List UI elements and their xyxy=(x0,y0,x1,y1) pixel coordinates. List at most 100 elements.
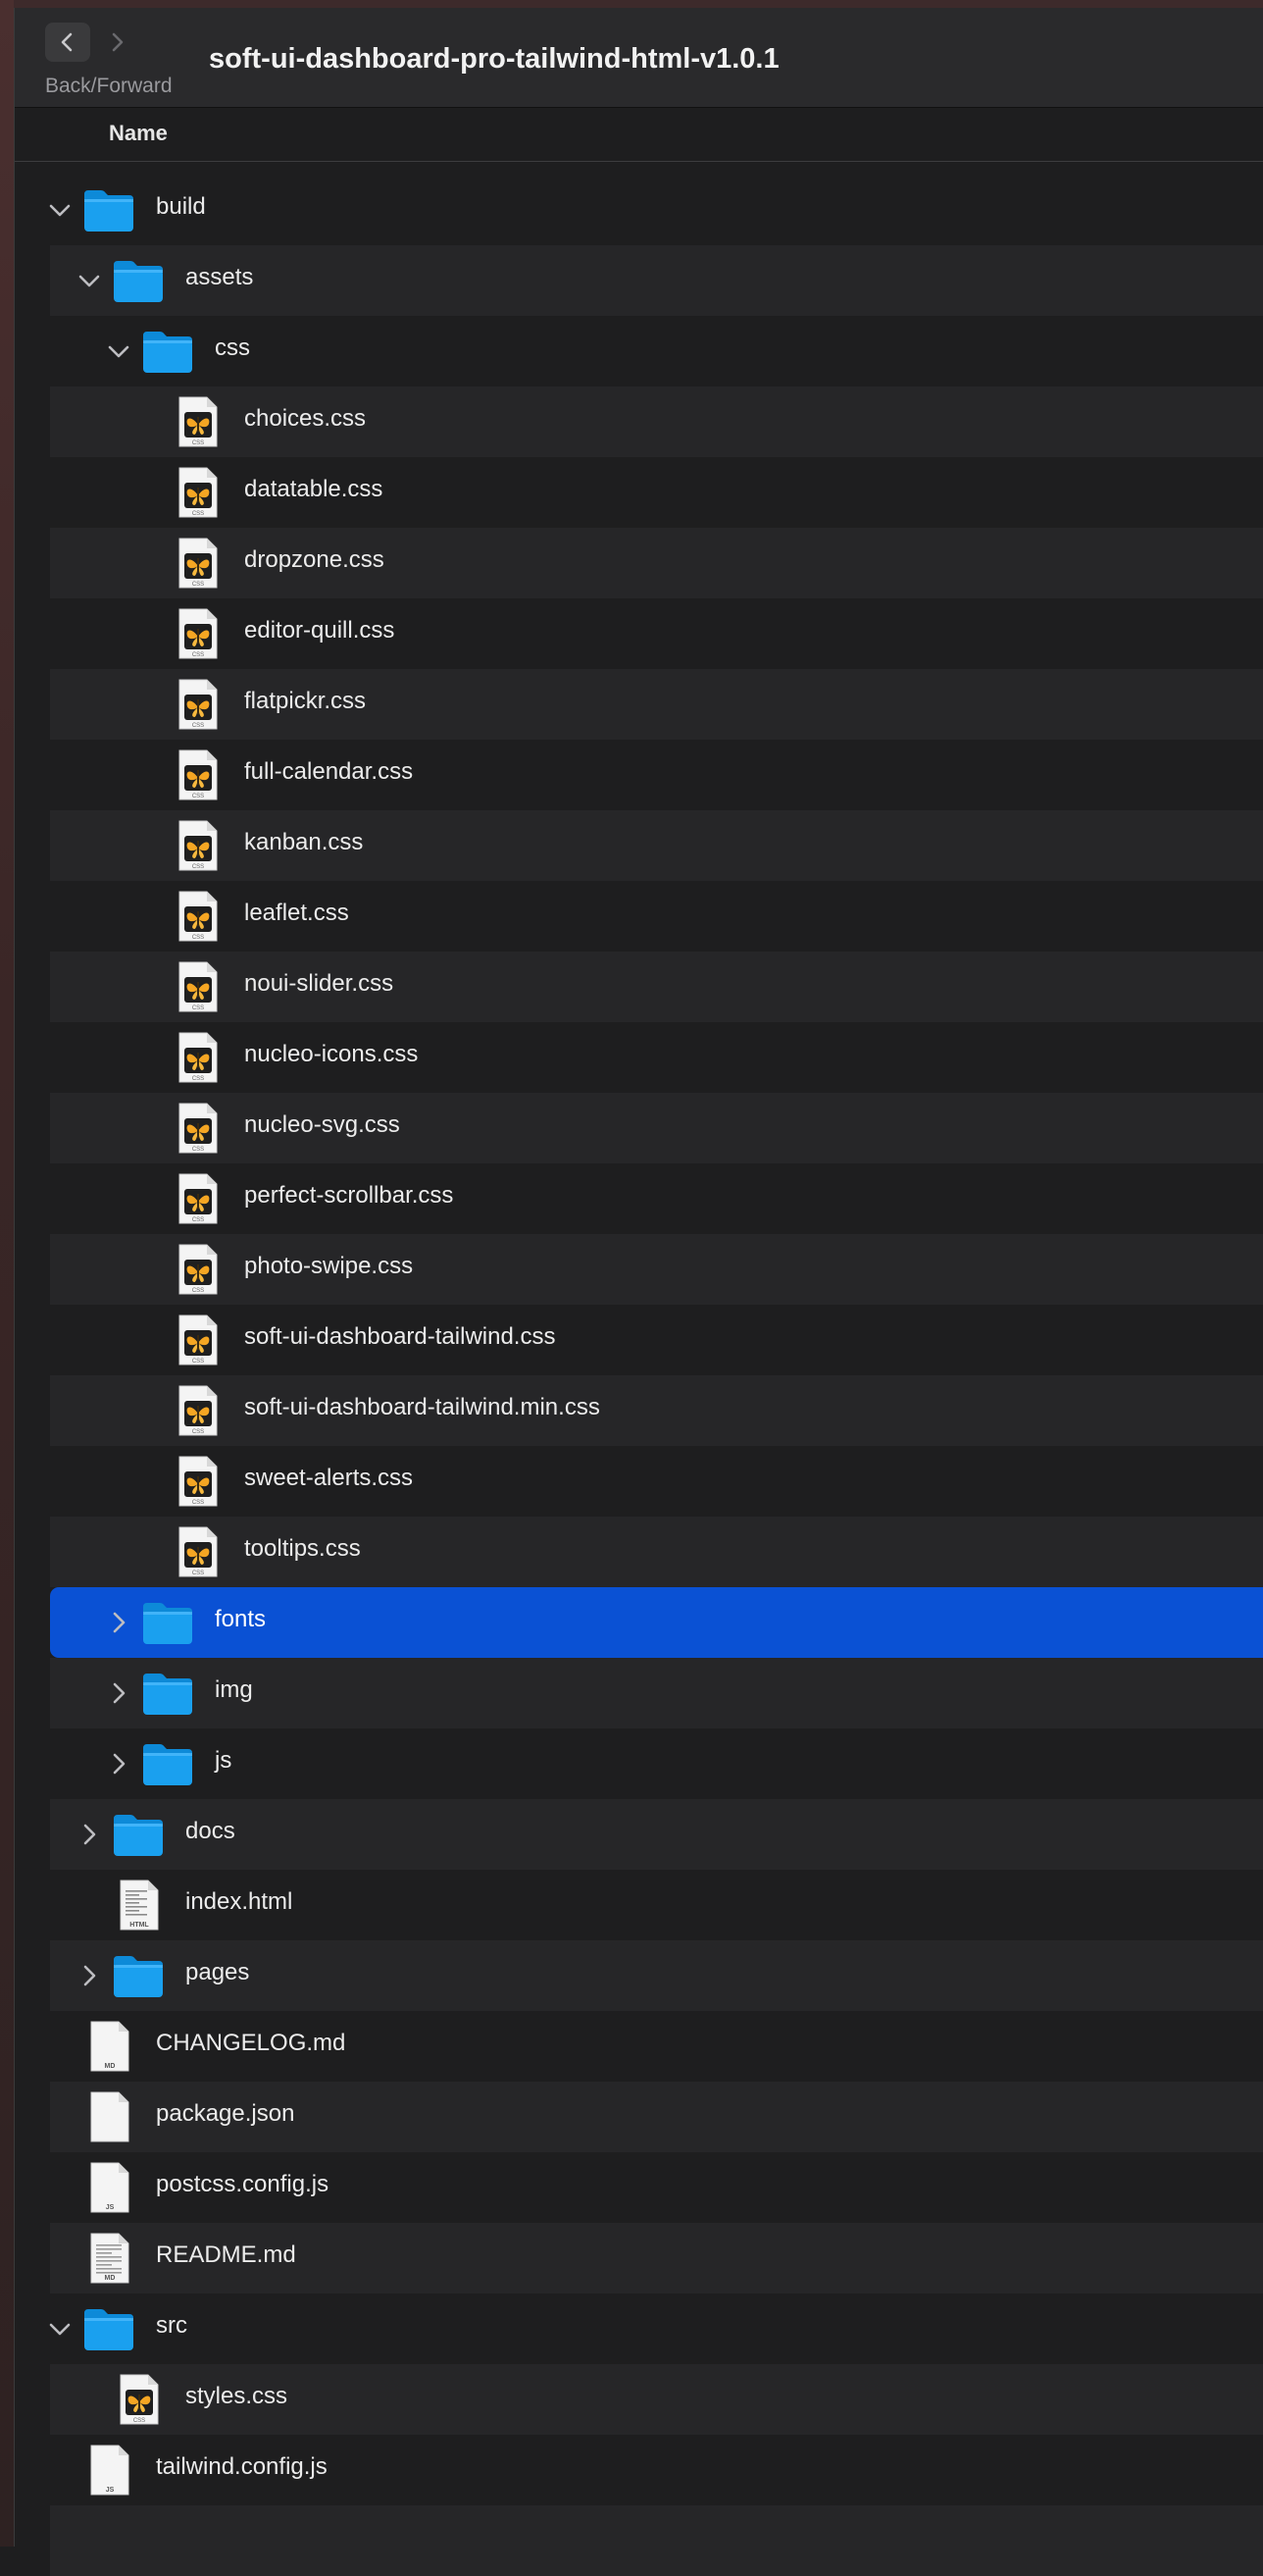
folder-icon xyxy=(111,1948,166,2003)
list-item[interactable]: MD README.md xyxy=(50,2223,1263,2293)
file-name: datatable.css xyxy=(244,476,383,502)
file-name: css xyxy=(215,335,250,361)
file-name: photo-swipe.css xyxy=(244,1253,414,1279)
list-item[interactable]: CSS soft-ui-dashboard-tailwind.min.css xyxy=(50,1375,1263,1446)
list-item[interactable]: CSS kanban.css xyxy=(50,810,1263,881)
file-name: dropzone.css xyxy=(244,546,384,573)
folder-icon xyxy=(140,1595,195,1650)
svg-text:MD: MD xyxy=(105,2275,116,2282)
list-item[interactable]: css xyxy=(50,316,1263,386)
svg-text:CSS: CSS xyxy=(192,1429,204,1435)
list-item[interactable]: CSS datatable.css xyxy=(50,457,1263,528)
file-name: package.json xyxy=(156,2100,295,2127)
chevron-down-icon[interactable] xyxy=(46,2315,74,2343)
file-name: perfect-scrollbar.css xyxy=(244,1182,454,1209)
file-name: choices.css xyxy=(244,405,367,432)
file-name: docs xyxy=(185,1818,235,1844)
list-item[interactable]: src xyxy=(49,2293,1263,2364)
css-file-icon: CSS xyxy=(170,1313,225,1367)
folder-icon xyxy=(140,1666,195,1721)
file-name: src xyxy=(156,2312,187,2339)
svg-text:CSS: CSS xyxy=(192,864,204,870)
svg-text:MD: MD xyxy=(105,2063,116,2070)
list-item[interactable]: assets xyxy=(50,245,1263,316)
css-file-icon: CSS xyxy=(170,1454,225,1509)
list-item[interactable]: CSS styles.css xyxy=(50,2364,1263,2435)
list-item[interactable]: CSS sweet-alerts.css xyxy=(50,1446,1263,1517)
svg-text:CSS: CSS xyxy=(192,723,204,729)
list-item[interactable]: docs xyxy=(50,1799,1263,1870)
list-item[interactable]: CSS soft-ui-dashboard-tailwind.css xyxy=(50,1305,1263,1375)
chevron-right-icon xyxy=(112,32,124,52)
name-column-header[interactable]: Name xyxy=(109,121,168,146)
file-name: assets xyxy=(185,264,254,290)
list-item[interactable]: img xyxy=(50,1658,1263,1728)
list-item[interactable]: CSS photo-swipe.css xyxy=(50,1234,1263,1305)
list-item[interactable]: CSS flatpickr.css xyxy=(50,669,1263,740)
svg-text:CSS: CSS xyxy=(192,1005,204,1011)
list-item[interactable]: CSS dropzone.css xyxy=(50,528,1263,598)
css-file-icon: CSS xyxy=(170,394,225,449)
chevron-right-icon[interactable] xyxy=(105,1679,132,1707)
desktop-background-top xyxy=(0,0,1263,8)
list-item[interactable]: CSS perfect-scrollbar.css xyxy=(50,1163,1263,1234)
file-name: kanban.css xyxy=(244,829,364,855)
folder-icon xyxy=(81,182,136,237)
folder-icon xyxy=(81,2301,136,2356)
svg-text:CSS: CSS xyxy=(192,582,204,588)
document-icon: MD xyxy=(81,2231,136,2286)
folder-icon xyxy=(111,1807,166,1862)
back-button[interactable] xyxy=(45,23,90,62)
finder-window: Back/Forward soft-ui-dashboard-pro-tailw… xyxy=(14,8,1263,2576)
file-name: pages xyxy=(185,1959,250,1985)
css-file-icon: CSS xyxy=(170,465,225,520)
list-item[interactable]: fonts xyxy=(50,1587,1263,1658)
column-header-bar: Name xyxy=(15,107,1263,162)
chevron-down-icon[interactable] xyxy=(46,196,74,224)
list-item[interactable]: HTML index.html xyxy=(50,1870,1263,1940)
file-name: leaflet.css xyxy=(244,900,349,926)
list-item[interactable]: build xyxy=(49,175,1263,245)
list-item[interactable]: pages xyxy=(50,1940,1263,2011)
list-item[interactable]: MD CHANGELOG.md xyxy=(50,2011,1263,2082)
chevron-right-icon[interactable] xyxy=(105,1609,132,1636)
list-item[interactable]: CSS full-calendar.css xyxy=(50,740,1263,810)
list-item[interactable]: CSS leaflet.css xyxy=(50,881,1263,952)
chevron-right-icon[interactable] xyxy=(76,1962,103,1989)
list-item[interactable]: CSS tooltips.css xyxy=(50,1517,1263,1587)
list-item[interactable]: CSS choices.css xyxy=(50,386,1263,457)
chevron-down-icon[interactable] xyxy=(105,337,132,365)
list-item[interactable]: CSS nucleo-icons.css xyxy=(50,1022,1263,1093)
svg-text:CSS: CSS xyxy=(192,652,204,658)
document-icon: JS xyxy=(81,2160,136,2215)
file-name: tailwind.config.js xyxy=(156,2453,328,2480)
file-name: index.html xyxy=(185,1888,293,1915)
forward-button[interactable] xyxy=(94,23,139,62)
desktop-background-strip xyxy=(0,0,14,2547)
chevron-right-icon[interactable] xyxy=(76,1821,103,1848)
svg-text:CSS: CSS xyxy=(192,1076,204,1082)
css-file-icon: CSS xyxy=(170,959,225,1014)
list-item[interactable]: js xyxy=(50,1728,1263,1799)
list-item[interactable]: JS tailwind.config.js xyxy=(50,2435,1263,2505)
list-item[interactable]: CSS noui-slider.css xyxy=(50,952,1263,1022)
svg-text:HTML: HTML xyxy=(129,1922,149,1929)
css-file-icon: CSS xyxy=(170,747,225,802)
list-item[interactable]: CSS nucleo-svg.css xyxy=(50,1093,1263,1163)
folder-icon xyxy=(140,1736,195,1791)
css-file-icon: CSS xyxy=(170,818,225,873)
list-item[interactable]: JS postcss.config.js xyxy=(50,2152,1263,2223)
css-file-icon: CSS xyxy=(170,1030,225,1085)
file-name: soft-ui-dashboard-tailwind.min.css xyxy=(244,1394,600,1420)
chevron-down-icon[interactable] xyxy=(76,267,103,294)
list-item[interactable]: package.json xyxy=(50,2082,1263,2152)
chevron-right-icon[interactable] xyxy=(105,1750,132,1777)
back-forward-group xyxy=(45,23,139,62)
svg-text:CSS: CSS xyxy=(192,935,204,941)
css-file-icon: CSS xyxy=(170,1101,225,1156)
file-name: tooltips.css xyxy=(244,1535,361,1562)
file-name: noui-slider.css xyxy=(244,970,394,997)
list-item[interactable]: CSS editor-quill.css xyxy=(50,598,1263,669)
file-name: editor-quill.css xyxy=(244,617,395,644)
document-icon: JS xyxy=(81,2443,136,2498)
